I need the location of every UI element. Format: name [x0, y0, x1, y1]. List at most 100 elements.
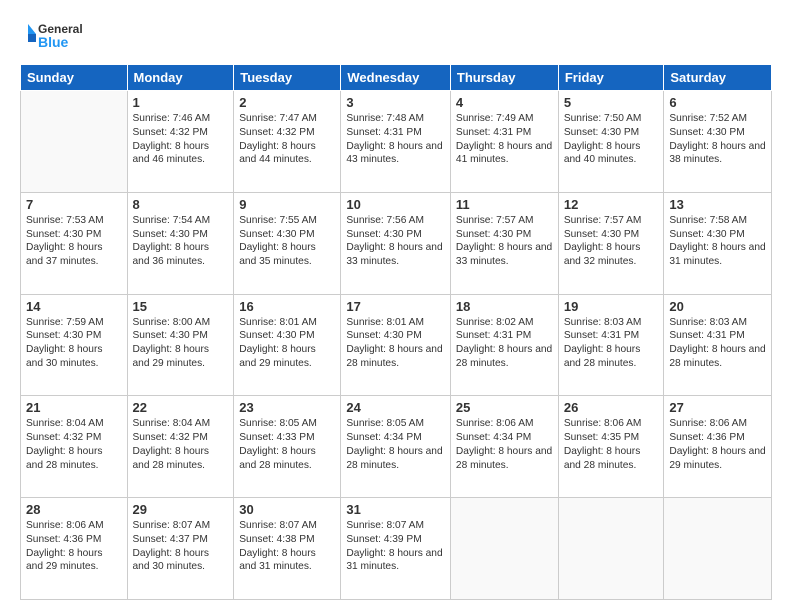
calendar-cell: 23 Sunrise: 8:05 AM Sunset: 4:33 PM Dayli… [234, 396, 341, 498]
calendar-cell: 27 Sunrise: 8:06 AM Sunset: 4:36 PM Dayli… [664, 396, 772, 498]
day-info: Sunrise: 8:05 AM Sunset: 4:33 PM Dayligh… [239, 417, 335, 472]
page: General Blue SundayMondayTuesdayWednesda… [0, 0, 792, 612]
day-number: 18 [456, 299, 553, 314]
day-header-sunday: Sunday [21, 65, 128, 91]
day-info: Sunrise: 7:52 AM Sunset: 4:30 PM Dayligh… [669, 112, 766, 167]
calendar-header-row: SundayMondayTuesdayWednesdayThursdayFrid… [21, 65, 772, 91]
calendar-cell: 5Sunrise: 7:50 AM Sunset: 4:30 PM Daylig… [558, 91, 664, 193]
calendar-cell: 11Sunrise: 7:57 AM Sunset: 4:30 PM Dayli… [450, 192, 558, 294]
day-info: Sunrise: 7:57 AM Sunset: 4:30 PM Dayligh… [564, 214, 659, 269]
day-info: Sunrise: 8:06 AM Sunset: 4:36 PM Dayligh… [26, 519, 122, 574]
day-info: Sunrise: 8:07 AM Sunset: 4:37 PM Dayligh… [133, 519, 229, 574]
calendar-cell: 21Sunrise: 8:04 AM Sunset: 4:32 PM Dayli… [21, 396, 128, 498]
day-info: Sunrise: 8:03 AM Sunset: 4:31 PM Dayligh… [564, 316, 659, 371]
calendar-cell: 16 Sunrise: 8:01 AM Sunset: 4:30 PM Dayli… [234, 294, 341, 396]
day-info: Sunrise: 8:01 AM Sunset: 4:30 PM Dayligh… [239, 316, 335, 371]
calendar-cell: 8 Sunrise: 7:54 AM Sunset: 4:30 PM Daylig… [127, 192, 234, 294]
day-number: 13 [669, 197, 766, 212]
svg-text:Blue: Blue [38, 34, 69, 50]
calendar-cell: 12 Sunrise: 7:57 AM Sunset: 4:30 PM Dayli… [558, 192, 664, 294]
day-info: Sunrise: 8:01 AM Sunset: 4:30 PM Dayligh… [346, 316, 445, 371]
day-info: Sunrise: 7:59 AM Sunset: 4:30 PM Dayligh… [26, 316, 122, 371]
calendar-cell: 18 Sunrise: 8:02 AM Sunset: 4:31 PM Dayli… [450, 294, 558, 396]
calendar-cell [664, 498, 772, 600]
day-number: 15 [133, 299, 229, 314]
day-info: Sunrise: 8:06 AM Sunset: 4:35 PM Dayligh… [564, 417, 659, 472]
calendar-cell: 19 Sunrise: 8:03 AM Sunset: 4:31 PM Dayli… [558, 294, 664, 396]
day-number: 19 [564, 299, 659, 314]
header: General Blue [20, 18, 772, 54]
calendar-cell: 17 Sunrise: 8:01 AM Sunset: 4:30 PM Dayli… [341, 294, 451, 396]
day-number: 28 [26, 502, 122, 517]
day-info: Sunrise: 7:47 AM Sunset: 4:32 PM Dayligh… [239, 112, 335, 167]
day-number: 22 [133, 400, 229, 415]
day-number: 9 [239, 197, 335, 212]
calendar-cell: 29 Sunrise: 8:07 AM Sunset: 4:37 PM Dayli… [127, 498, 234, 600]
calendar-week-row: 7 Sunrise: 7:53 AM Sunset: 4:30 PM Daylig… [21, 192, 772, 294]
day-info: Sunrise: 8:05 AM Sunset: 4:34 PM Dayligh… [346, 417, 445, 472]
calendar-cell [21, 91, 128, 193]
day-info: Sunrise: 8:06 AM Sunset: 4:34 PM Dayligh… [456, 417, 553, 472]
day-number: 1 [133, 95, 229, 110]
day-number: 6 [669, 95, 766, 110]
day-header-saturday: Saturday [664, 65, 772, 91]
day-number: 4 [456, 95, 553, 110]
day-header-wednesday: Wednesday [341, 65, 451, 91]
day-header-friday: Friday [558, 65, 664, 91]
day-number: 21 [26, 400, 122, 415]
calendar-week-row: 14Sunrise: 7:59 AM Sunset: 4:30 PM Dayli… [21, 294, 772, 396]
day-info: Sunrise: 7:46 AM Sunset: 4:32 PM Dayligh… [133, 112, 229, 167]
calendar-cell: 13 Sunrise: 7:58 AM Sunset: 4:30 PM Dayli… [664, 192, 772, 294]
day-number: 17 [346, 299, 445, 314]
day-info: Sunrise: 8:07 AM Sunset: 4:39 PM Dayligh… [346, 519, 445, 574]
day-info: Sunrise: 7:49 AM Sunset: 4:31 PM Dayligh… [456, 112, 553, 167]
calendar-table: SundayMondayTuesdayWednesdayThursdayFrid… [20, 64, 772, 600]
day-header-monday: Monday [127, 65, 234, 91]
day-info: Sunrise: 7:50 AM Sunset: 4:30 PM Dayligh… [564, 112, 659, 167]
calendar-cell: 31 Sunrise: 8:07 AM Sunset: 4:39 PM Dayli… [341, 498, 451, 600]
calendar-cell: 7 Sunrise: 7:53 AM Sunset: 4:30 PM Daylig… [21, 192, 128, 294]
logo: General Blue [20, 18, 90, 54]
day-number: 29 [133, 502, 229, 517]
day-number: 20 [669, 299, 766, 314]
calendar-cell [450, 498, 558, 600]
day-number: 10 [346, 197, 445, 212]
calendar-cell: 3 Sunrise: 7:48 AM Sunset: 4:31 PM Daylig… [341, 91, 451, 193]
day-info: Sunrise: 8:00 AM Sunset: 4:30 PM Dayligh… [133, 316, 229, 371]
day-number: 23 [239, 400, 335, 415]
calendar-cell: 20 Sunrise: 8:03 AM Sunset: 4:31 PM Dayli… [664, 294, 772, 396]
calendar-week-row: 1 Sunrise: 7:46 AM Sunset: 4:32 PM Daylig… [21, 91, 772, 193]
calendar-cell: 22Sunrise: 8:04 AM Sunset: 4:32 PM Dayli… [127, 396, 234, 498]
day-number: 26 [564, 400, 659, 415]
day-number: 12 [564, 197, 659, 212]
calendar-cell [558, 498, 664, 600]
day-info: Sunrise: 8:06 AM Sunset: 4:36 PM Dayligh… [669, 417, 766, 472]
day-info: Sunrise: 8:02 AM Sunset: 4:31 PM Dayligh… [456, 316, 553, 371]
calendar-cell: 10Sunrise: 7:56 AM Sunset: 4:30 PM Dayli… [341, 192, 451, 294]
day-number: 31 [346, 502, 445, 517]
day-info: Sunrise: 7:57 AM Sunset: 4:30 PM Dayligh… [456, 214, 553, 269]
day-info: Sunrise: 7:48 AM Sunset: 4:31 PM Dayligh… [346, 112, 445, 167]
day-info: Sunrise: 7:58 AM Sunset: 4:30 PM Dayligh… [669, 214, 766, 269]
day-info: Sunrise: 7:53 AM Sunset: 4:30 PM Dayligh… [26, 214, 122, 269]
day-number: 24 [346, 400, 445, 415]
day-info: Sunrise: 8:07 AM Sunset: 4:38 PM Dayligh… [239, 519, 335, 574]
calendar-cell: 2 Sunrise: 7:47 AM Sunset: 4:32 PM Daylig… [234, 91, 341, 193]
calendar-cell: 4 Sunrise: 7:49 AM Sunset: 4:31 PM Daylig… [450, 91, 558, 193]
day-info: Sunrise: 8:03 AM Sunset: 4:31 PM Dayligh… [669, 316, 766, 371]
calendar-cell: 9Sunrise: 7:55 AM Sunset: 4:30 PM Daylig… [234, 192, 341, 294]
logo-svg: General Blue [20, 18, 90, 54]
day-info: Sunrise: 7:54 AM Sunset: 4:30 PM Dayligh… [133, 214, 229, 269]
calendar-cell: 6 Sunrise: 7:52 AM Sunset: 4:30 PM Daylig… [664, 91, 772, 193]
day-number: 8 [133, 197, 229, 212]
calendar-cell: 15 Sunrise: 8:00 AM Sunset: 4:30 PM Dayli… [127, 294, 234, 396]
day-number: 25 [456, 400, 553, 415]
day-number: 16 [239, 299, 335, 314]
day-number: 2 [239, 95, 335, 110]
calendar-week-row: 28 Sunrise: 8:06 AM Sunset: 4:36 PM Dayli… [21, 498, 772, 600]
day-number: 7 [26, 197, 122, 212]
day-number: 3 [346, 95, 445, 110]
day-header-thursday: Thursday [450, 65, 558, 91]
calendar-cell: 26 Sunrise: 8:06 AM Sunset: 4:35 PM Dayli… [558, 396, 664, 498]
day-number: 27 [669, 400, 766, 415]
